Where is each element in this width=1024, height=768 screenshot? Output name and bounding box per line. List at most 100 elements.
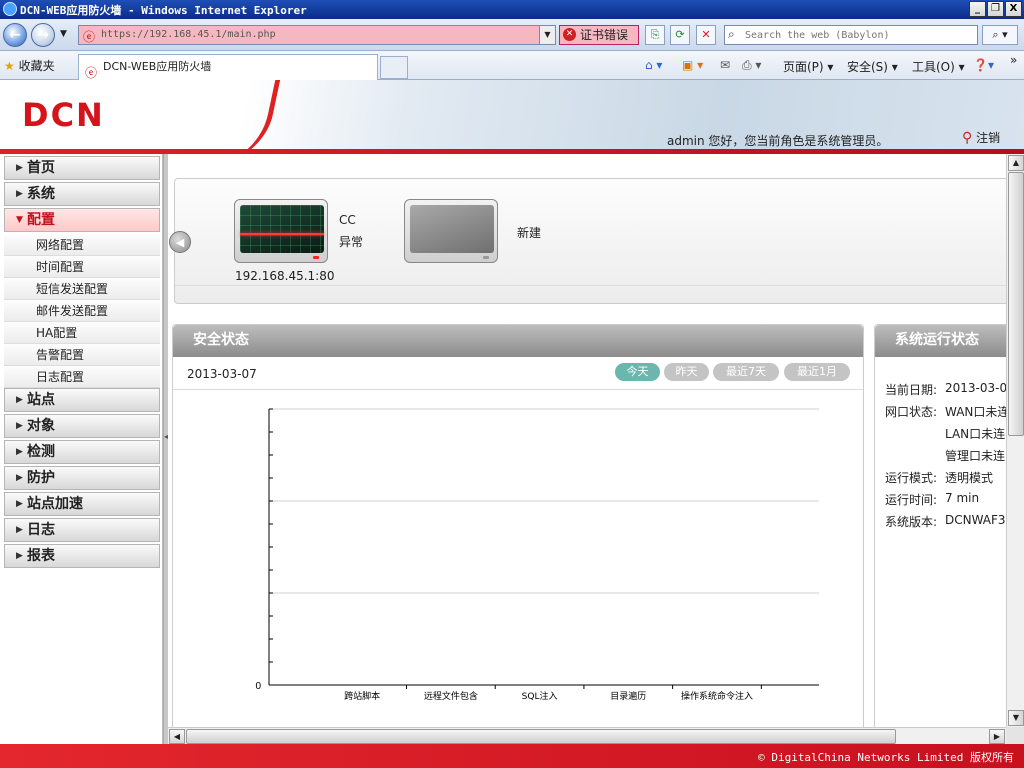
sidebar-item-home[interactable]: ▶ 首页 [4,156,160,180]
status-label: 网口状态: [885,405,938,419]
sidebar-item-config[interactable]: ▼ 配置 [4,208,160,232]
address-bar[interactable]: ⓔ https://192.168.45.1/main.php ▼ [78,25,556,45]
sidebar-item-protect[interactable]: ▶ 防护 [4,466,160,490]
page-icon: ⓔ [83,30,96,44]
tab-title: DCN-WEB应用防火墙 [103,60,212,73]
sidebar-subitem-ha[interactable]: HA配置 [4,322,160,344]
sidebar-subitem-time[interactable]: 时间配置 [4,256,160,278]
sidebar-item-logs[interactable]: ▶ 日志 [4,518,160,542]
favorites-button[interactable]: ★ 收藏夹 [4,57,55,74]
mail-icon[interactable]: ✉ [720,58,730,72]
chart-y-labels: 0 [255,681,261,692]
window-titlebar: DCN-WEB应用防火墙 - Windows Internet Explorer… [0,0,1024,19]
home-icon[interactable]: ⌂ ▾ [645,58,662,72]
tools-menu[interactable]: 工具(O) ▾ [912,58,965,75]
caret-right-icon: ▶ [16,551,23,561]
page-menu[interactable]: 页面(P) ▾ [783,58,833,75]
maximize-button[interactable]: ❐ [987,1,1004,17]
range-7days-button[interactable]: 最近7天 [713,363,779,381]
x-tick-label: 操作系统命令注入 [681,690,753,702]
scroll-right-icon[interactable]: ▶ [989,729,1005,744]
caret-right-icon: ▶ [16,163,23,173]
sidebar-subitem-network[interactable]: 网络配置 [4,234,160,256]
page-viewport: DCN admin 您好，您当前角色是系统管理员。 ⚲ 注销 ▶ 首页 ▶ 系统 ▼… [0,80,1024,744]
sidebar-item-object[interactable]: ▶ 对象 [4,414,160,438]
search-box[interactable]: ⌕ [724,25,978,45]
main-content: ◀ CC 异常 192.168.45.1:80 新建 安全状态 2013-03-… [168,154,1010,744]
print-icon[interactable]: ⎙ ▾ [742,58,761,73]
security-status-panel: 安全状态 2013-03-07 今天 昨天 最近7天 最近1月 跨站脚本 远程文件… [172,324,864,744]
attack-bar-chart: 跨站脚本 远程文件包含 SQL注入 目录遍历 操作系统命令注入 0 [255,408,819,702]
security-status-title: 安全状态 [173,325,863,357]
prev-device-button[interactable]: ◀ [169,231,191,253]
divider [173,389,863,390]
scroll-thumb[interactable] [1008,172,1024,436]
safety-menu-label: 安全(S) [847,60,888,74]
device-name: CC [339,213,356,227]
sidebar-subitem-alert[interactable]: 告警配置 [4,344,160,366]
sidebar-item-system[interactable]: ▶ 系统 [4,182,160,206]
feeds-icon[interactable]: ▣ ▾ [682,58,703,72]
status-led [483,256,489,259]
close-window-button[interactable]: X [1005,1,1022,17]
sidebar-item-site[interactable]: ▶ 站点 [4,388,160,412]
new-tab-button[interactable] [380,56,408,79]
history-dropdown-icon[interactable]: ▼ [60,29,67,39]
sidebar-item-label: 站点 [27,392,55,408]
stop-icon[interactable]: ✕ [696,25,716,45]
address-dropdown-icon[interactable]: ▼ [539,26,555,44]
device-address: 192.168.45.1:80 [235,269,335,283]
refresh-icon[interactable]: ⟳ [670,25,690,45]
scroll-up-icon[interactable]: ▲ [1008,155,1024,171]
security-date: 2013-03-07 [187,367,257,381]
sidebar-item-label: 日志 [27,522,55,538]
sidebar-item-label: 防护 [27,470,55,486]
device-card-cc[interactable] [234,199,328,263]
safety-menu[interactable]: 安全(S) ▾ [847,58,898,75]
shield-error-icon: ✕ [563,28,576,41]
device-panel: ◀ CC 异常 192.168.45.1:80 新建 [169,178,1010,304]
back-button[interactable]: ← [3,23,27,47]
help-icon[interactable]: ❓▾ [973,58,994,72]
logout-link[interactable]: ⚲ 注销 [962,129,1000,146]
x-tick-label: 跨站脚本 [344,690,380,702]
chevron-more-icon[interactable]: » [1010,53,1017,67]
sidebar-item-acceleration[interactable]: ▶ 站点加速 [4,492,160,516]
sidebar-subitem-log[interactable]: 日志配置 [4,366,160,388]
x-tick-label: 远程文件包含 [424,690,478,702]
address-url[interactable]: https://192.168.45.1/main.php [101,29,276,40]
search-input[interactable] [745,28,973,42]
sidebar-item-detect[interactable]: ▶ 检测 [4,440,160,464]
horizontal-scrollbar[interactable]: ◀ ▶ [168,727,1006,744]
certificate-error-label: 证书错误 [580,28,629,42]
sidebar-subitem-email[interactable]: 邮件发送配置 [4,300,160,322]
sidebar-item-reports[interactable]: ▶ 报表 [4,544,160,568]
scroll-left-icon[interactable]: ◀ [169,729,185,744]
logout-label: 注销 [976,131,1001,145]
status-row-mode: 运行模式: 透明模式 [885,469,993,486]
minimize-button[interactable]: _ [969,1,986,17]
search-go-button[interactable]: ⌕ ▾ [982,25,1018,45]
forward-button[interactable]: → [31,23,55,47]
scroll-thumb[interactable] [186,729,896,744]
browser-tab[interactable]: ⓔ DCN-WEB应用防火墙 [78,54,378,80]
compatibility-icon[interactable]: ⎘ [645,25,665,45]
certificate-error-button[interactable]: ✕ 证书错误 [559,25,639,45]
device-card-new[interactable] [404,199,498,263]
sidebar: ▶ 首页 ▶ 系统 ▼ 配置 网络配置 时间配置 短信发送配置 邮件发送配置 HA配置… [0,154,163,744]
caret-right-icon: ▶ [16,447,23,457]
range-today-button[interactable]: 今天 [615,363,660,381]
vertical-scrollbar[interactable]: ▲ ▼ [1006,154,1024,727]
scroll-down-icon[interactable]: ▼ [1008,710,1024,726]
sidebar-item-label: 配置 [27,212,55,228]
status-value: 透明模式 [945,471,994,485]
caret-right-icon: ▶ [16,189,23,199]
range-yesterday-button[interactable]: 昨天 [664,363,709,381]
app-header: DCN admin 您好，您当前角色是系统管理员。 ⚲ 注销 [0,80,1024,164]
x-tick-label: SQL注入 [522,690,558,702]
sidebar-subitem-sms[interactable]: 短信发送配置 [4,278,160,300]
range-1month-button[interactable]: 最近1月 [784,363,850,381]
system-status-panel: 系统运行状态 当前日期: 2013-03-0 网口状态: WAN口未连 LAN口未连… [874,324,1008,744]
sidebar-item-label: 系统 [27,186,55,202]
key-icon: ⚲ [962,130,973,146]
